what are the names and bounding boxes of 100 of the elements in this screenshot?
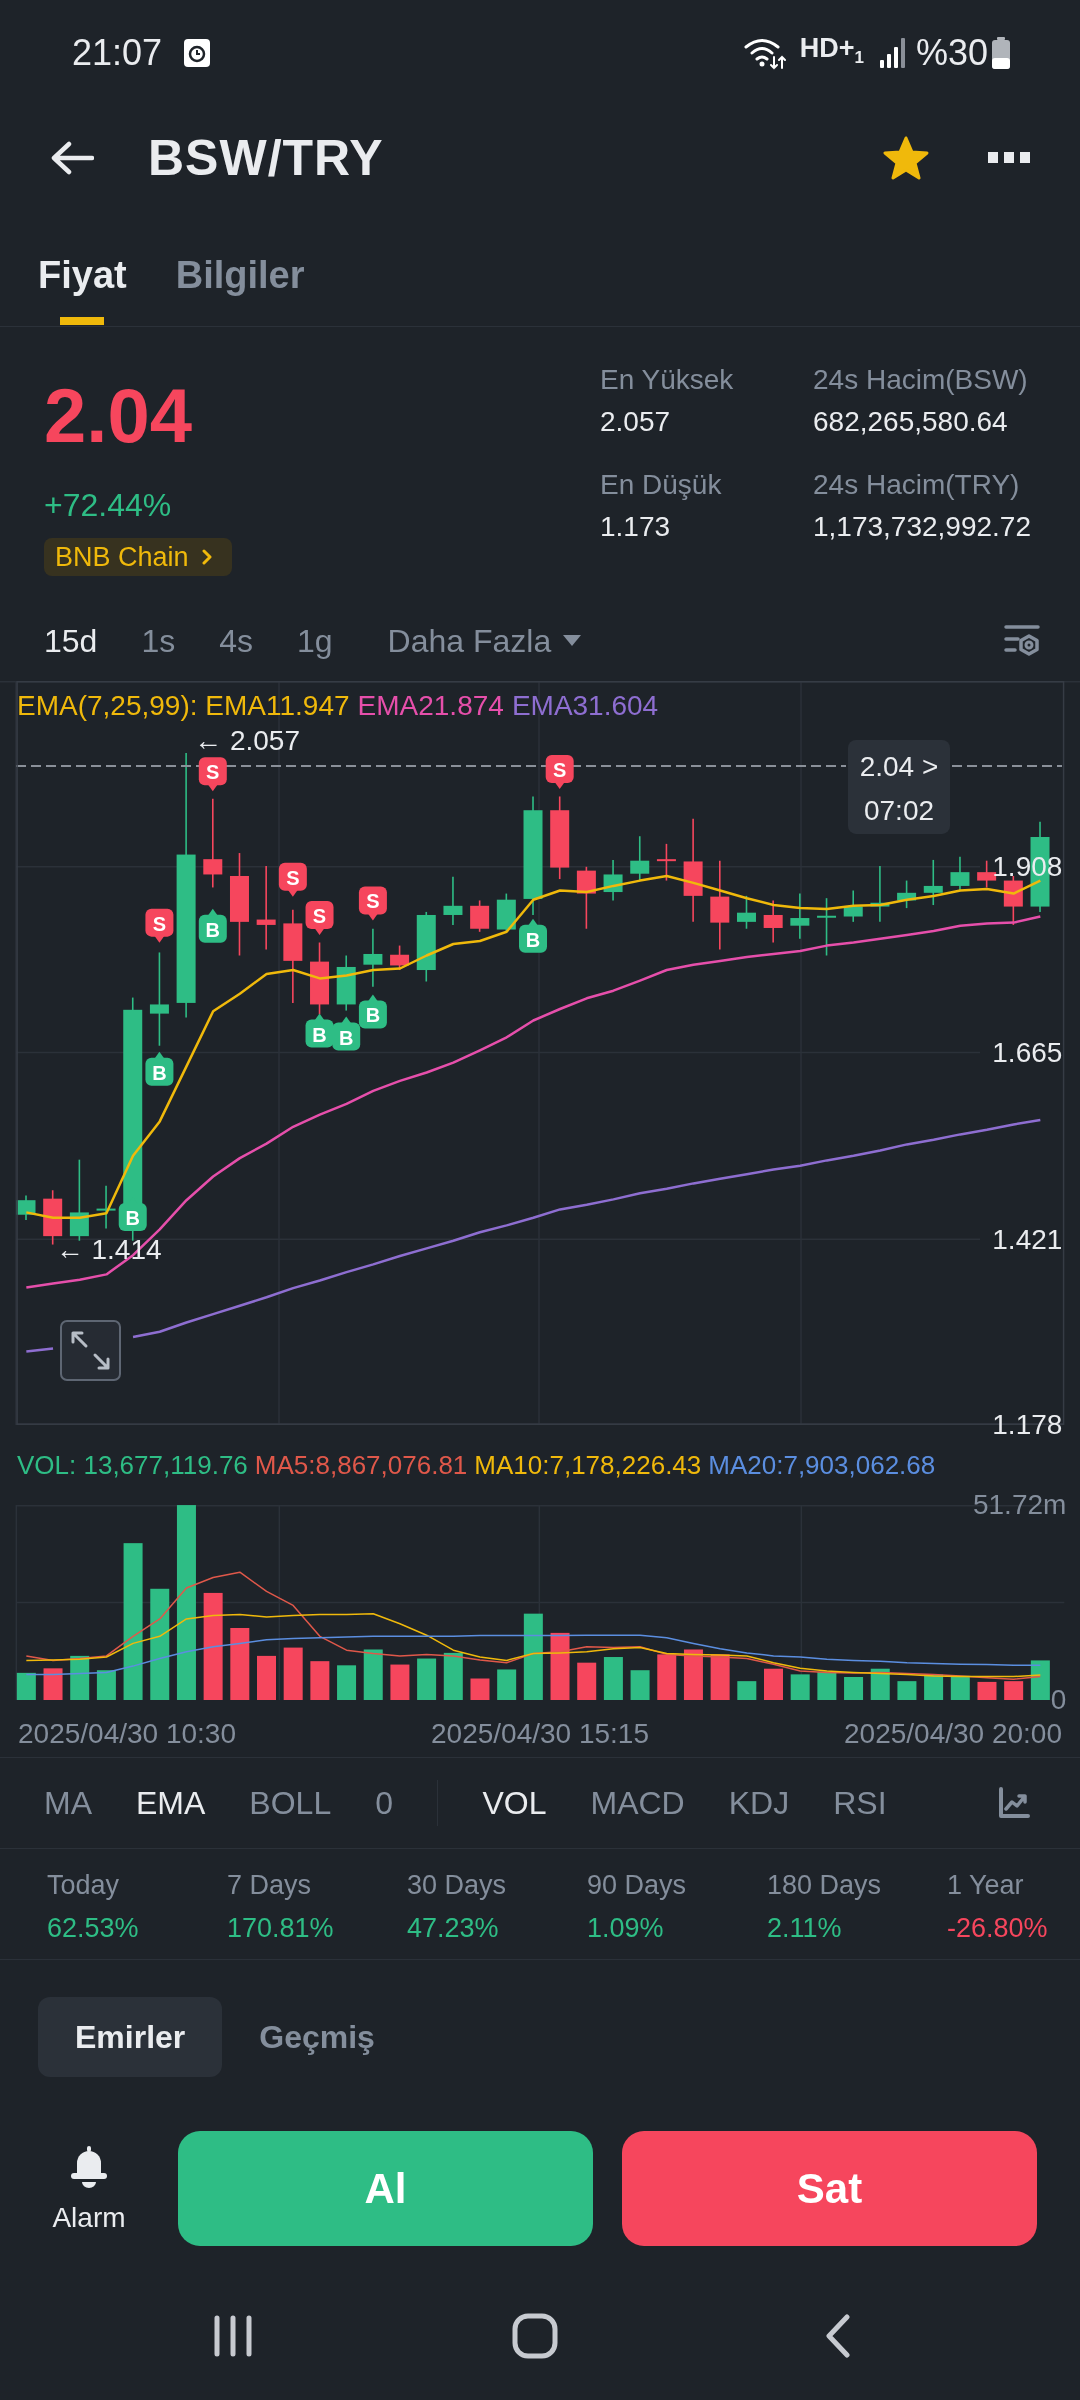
candlestick <box>443 875 463 926</box>
candlestick <box>817 897 837 957</box>
candlestick <box>603 859 623 902</box>
favorite-star-icon[interactable] <box>883 135 929 180</box>
stat-label: 24s Hacim(BSW) <box>813 363 1029 397</box>
volume-legend-text: MA10:7,178,226.43 <box>474 1449 702 1481</box>
candlestick <box>416 911 436 983</box>
stat-value: 2.057 <box>600 405 672 439</box>
candle-countdown: 07:02 <box>863 795 935 827</box>
candlestick <box>363 927 383 988</box>
hd-voice-indicator: HD+$_{1}$ <box>799 31 864 70</box>
caret-down-icon <box>563 635 582 647</box>
candlestick <box>923 859 943 906</box>
high-price-label: ← 2.057 <box>194 725 300 757</box>
indicator-tab[interactable]: MACD <box>590 1783 685 1823</box>
period-change: -26.80% <box>947 1912 1048 1945</box>
candlestick <box>496 892 516 933</box>
indicator-tab[interactable]: BOLL <box>249 1783 332 1823</box>
interval-tab[interactable]: 15d <box>44 621 98 661</box>
expand-icon[interactable] <box>60 1320 121 1381</box>
indicator-tab[interactable]: 0 <box>375 1783 393 1823</box>
status-time: 21:07 <box>72 33 163 73</box>
candlestick <box>576 866 596 930</box>
period-change: 1.09% <box>587 1912 664 1945</box>
stat-label: 24s Hacim(TRY) <box>813 468 1021 502</box>
candlestick <box>1003 875 1023 926</box>
chart-settings-icon[interactable] <box>1004 624 1040 658</box>
period-label: Today <box>47 1869 120 1902</box>
indicator-tab[interactable]: EMA <box>136 1783 206 1823</box>
time-axis-label: 2025/04/30 20:00 <box>844 1717 1062 1751</box>
chart-type-icon[interactable] <box>998 1787 1030 1819</box>
volume-legend-text: MA20:7,903,062.68 <box>708 1449 936 1481</box>
wifi-icon <box>743 36 786 70</box>
candlestick <box>43 1189 63 1246</box>
period-change: 62.53% <box>47 1912 139 1945</box>
recent-apps-icon[interactable] <box>213 2315 253 2357</box>
stat-value: 682,265,580.64 <box>813 405 1009 439</box>
page-tab[interactable]: Fiyat <box>38 253 127 325</box>
ema-legend-text: EMA(7,25,99): EMA11.947 <box>17 690 350 722</box>
volume-legend-text: VOL: 13,677,119.76 <box>17 1449 248 1481</box>
interval-tab[interactable]: 1s <box>141 621 176 661</box>
candlestick <box>737 895 756 930</box>
battery-icon <box>992 37 1010 69</box>
ema-legend-text: EMA21.874 <box>357 690 504 722</box>
interval-tab[interactable]: 4s <box>219 621 253 661</box>
battery-percentage: %30 <box>915 33 988 73</box>
sell-button[interactable]: Sat <box>622 2131 1037 2246</box>
stat-label: En Yüksek <box>600 363 735 397</box>
candlestick <box>470 899 490 933</box>
time-axis-label: 2025/04/30 10:30 <box>18 1717 236 1751</box>
order-tab[interactable]: Geçmiş <box>222 1997 412 2077</box>
indicator-tab[interactable]: VOL <box>482 1783 547 1823</box>
indicator-tab[interactable]: KDJ <box>728 1783 790 1823</box>
period-label: 90 Days <box>587 1869 687 1902</box>
stat-label: En Düşük <box>600 468 723 502</box>
back-arrow-icon[interactable] <box>50 140 94 175</box>
candlestick <box>336 954 356 1012</box>
alarm-button[interactable]: Alarm <box>52 2131 126 2234</box>
candlestick <box>630 835 650 882</box>
order-tab[interactable]: Emirler <box>38 1997 223 2077</box>
clock-icon <box>184 39 211 67</box>
period-label: 1 Year <box>947 1869 1024 1902</box>
price-axis-label: 1.421 <box>991 1223 1062 1255</box>
candlestick <box>950 856 970 892</box>
period-change: 47.23% <box>407 1912 499 1945</box>
stat-value: 1,173,732,992.72 <box>813 510 1031 544</box>
candlestick <box>96 1184 116 1230</box>
volume-axis-label: 51.72m <box>972 1489 1066 1521</box>
candlestick <box>763 899 783 944</box>
interval-tab[interactable]: 1g <box>297 621 333 661</box>
period-change: 170.81% <box>227 1912 334 1945</box>
price-change: +72.44% <box>44 486 172 525</box>
bell-icon <box>69 2146 109 2188</box>
last-price: 2.04 <box>44 378 192 454</box>
network-chip[interactable]: BNB Chain <box>44 538 232 576</box>
period-label: 180 Days <box>767 1869 882 1902</box>
signal-icon <box>879 38 908 68</box>
price-axis-label: 1.665 <box>991 1037 1062 1069</box>
candlestick <box>897 879 917 909</box>
period-label: 30 Days <box>407 1869 507 1902</box>
volume-legend-text: MA5:8,867,076.81 <box>254 1449 468 1481</box>
chevron-right-icon <box>201 549 212 565</box>
candlestick <box>656 843 676 882</box>
nav-back-icon[interactable] <box>825 2314 851 2358</box>
stat-value: 1.173 <box>600 510 672 544</box>
period-label: 7 Days <box>227 1869 312 1902</box>
pair-title: BSW/TRY <box>148 128 384 187</box>
candlestick <box>843 889 863 923</box>
volume-axis-label: 0 <box>1050 1684 1066 1716</box>
buy-button[interactable]: Al <box>178 2131 593 2246</box>
page-tab[interactable]: Bilgiler <box>175 253 305 325</box>
more-intervals-button[interactable]: Daha Fazla <box>387 621 582 661</box>
period-change: 2.11% <box>767 1912 842 1945</box>
price-tag-value[interactable]: 2.04 > <box>859 751 939 783</box>
ema-legend-text: EMA31.604 <box>511 690 659 722</box>
home-icon[interactable] <box>512 2313 558 2359</box>
candlestick <box>16 1194 36 1221</box>
indicator-tab[interactable]: RSI <box>833 1783 887 1823</box>
more-options-icon[interactable] <box>988 152 1030 163</box>
indicator-tab[interactable]: MA <box>44 1783 92 1823</box>
